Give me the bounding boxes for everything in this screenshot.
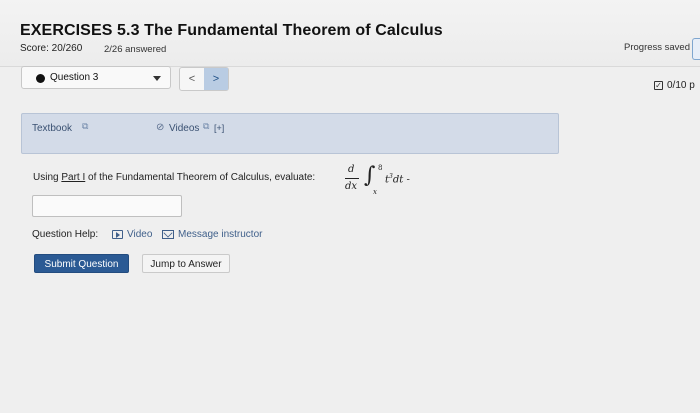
message-instructor-link[interactable]: Message instructor: [178, 229, 262, 240]
question-prefix: Using: [33, 172, 62, 183]
videos-expand-button[interactable]: [+]: [214, 123, 224, 133]
deriv-numerator: d: [348, 164, 355, 175]
math-expression: d dx ∫ 8 x t3dt -: [344, 163, 424, 200]
part-i-link[interactable]: Part I: [61, 172, 85, 183]
progress-saved-button-edge[interactable]: [692, 38, 700, 60]
integral-sign: ∫: [364, 163, 376, 188]
videos-link[interactable]: Videos: [169, 123, 199, 134]
page-title: EXERCISES 5.3 The Fundamental Theorem of…: [20, 22, 443, 39]
jump-to-answer-button[interactable]: Jump to Answer: [142, 254, 230, 273]
previous-question-button[interactable]: <: [180, 68, 204, 90]
question-select[interactable]: Question 3: [21, 66, 171, 89]
lower-limit: x: [373, 188, 377, 196]
paperclip-icon: ⊘: [156, 122, 165, 133]
upper-limit: 8: [378, 164, 383, 172]
trailing-mark: -: [406, 174, 410, 186]
question-status-dot: [36, 74, 45, 83]
resource-panel: Textbook ⧉ ⊘ Videos ⧉ [+]: [21, 113, 559, 154]
answered-count: 2/26 answered: [104, 44, 167, 55]
question-nav-group: < >: [179, 67, 229, 91]
fraction-bar: [345, 178, 359, 179]
chevron-down-icon: [153, 76, 161, 81]
video-icon: [112, 230, 123, 239]
points-text: 0/10 p: [667, 80, 695, 91]
checkbox-icon: ✓: [654, 81, 663, 90]
question-select-label: Question 3: [50, 72, 99, 83]
envelope-icon: [162, 230, 174, 239]
textbook-link[interactable]: Textbook: [32, 123, 72, 134]
submit-question-button[interactable]: Submit Question: [34, 254, 129, 273]
progress-saved-text: Progress saved: [624, 42, 691, 53]
question-help-label: Question Help:: [32, 229, 99, 240]
answer-input[interactable]: [32, 195, 182, 217]
question-text: Using Part I of the Fundamental Theorem …: [33, 172, 315, 183]
score-text: Score: 20/260: [20, 43, 83, 54]
integrand-differential: dt: [392, 174, 404, 186]
integrand: t3dt -: [385, 173, 410, 185]
deriv-denominator: dx: [345, 181, 358, 192]
external-link-icon: ⧉: [82, 121, 89, 131]
external-link-icon: ⧉: [203, 121, 210, 131]
question-suffix: of the Fundamental Theorem of Calculus, …: [85, 172, 316, 183]
next-question-button[interactable]: >: [204, 68, 228, 90]
help-video-link[interactable]: Video: [127, 229, 152, 240]
header-bar: EXERCISES 5.3 The Fundamental Theorem of…: [0, 0, 700, 67]
